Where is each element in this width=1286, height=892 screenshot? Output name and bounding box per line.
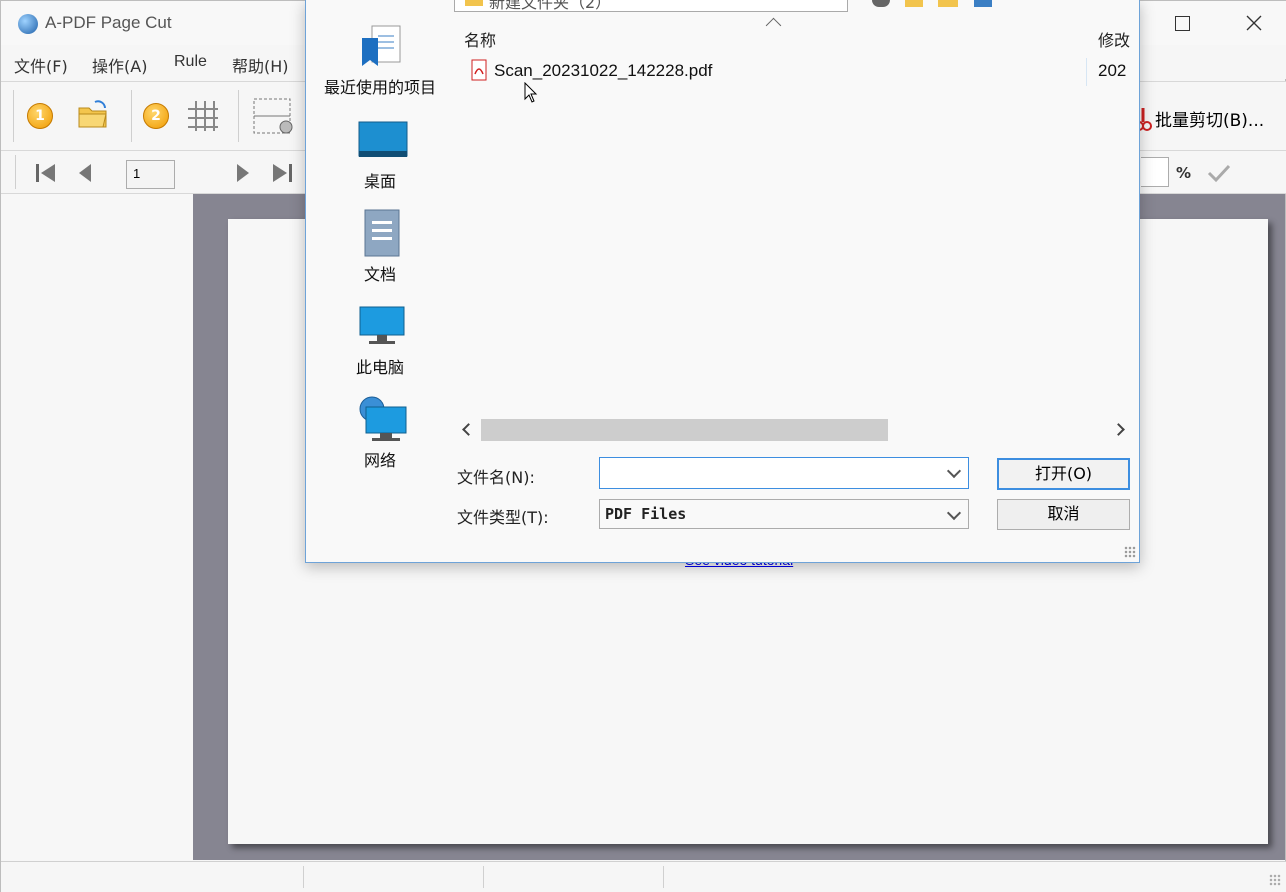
open-folder-icon <box>78 100 107 128</box>
chevron-down-icon[interactable] <box>946 505 962 521</box>
chevron-down-icon[interactable] <box>946 463 962 479</box>
app-globe-icon <box>18 14 38 34</box>
column-name[interactable]: 名称 <box>464 27 496 51</box>
place-documents[interactable]: 文档 <box>306 261 454 285</box>
place-this-pc[interactable]: 此电脑 <box>306 354 454 378</box>
filetype-value: PDF Files <box>605 505 687 523</box>
scroll-right-icon[interactable] <box>1112 423 1125 436</box>
documents-icon <box>364 209 400 257</box>
menu-file[interactable]: 文件(F) <box>14 53 68 77</box>
scroll-thumb[interactable] <box>481 419 888 441</box>
horizontal-scrollbar[interactable] <box>456 418 1132 442</box>
mouse-cursor-icon <box>524 81 538 104</box>
prev-page-icon <box>79 164 91 182</box>
folder-path-label: 新建文件夹（2） <box>489 0 612 12</box>
this-pc-icon <box>359 306 405 346</box>
close-button[interactable] <box>1241 9 1267 37</box>
last-page-icon <box>273 164 292 182</box>
filetype-label: 文件类型(T): <box>457 508 549 527</box>
step-1-icon: 1 <box>27 103 53 129</box>
prev-page-button[interactable] <box>77 163 93 183</box>
filetype-select[interactable]: PDF Files <box>599 499 969 529</box>
menu-help[interactable]: 帮助(H) <box>232 53 289 77</box>
file-row[interactable]: Scan_20231022_142228.pdf 202 <box>462 56 1130 86</box>
column-modified[interactable]: 修改 <box>1098 27 1130 51</box>
next-page-button[interactable] <box>235 163 251 183</box>
first-page-icon <box>36 164 55 182</box>
back-icon[interactable] <box>872 0 890 7</box>
folder-icon <box>465 0 483 6</box>
last-page-button[interactable] <box>271 163 293 183</box>
open-file-dialog: 新建文件夹（2） 最近使用的项目 桌面 文档 此电脑 网络 名称 修改 Scan… <box>305 0 1140 563</box>
page-number-value: 1 <box>133 166 141 181</box>
resize-grip-icon <box>1269 874 1281 886</box>
open-folder-button[interactable] <box>77 100 109 130</box>
cut-settings-button[interactable] <box>252 97 298 137</box>
menu-operation[interactable]: 操作(A) <box>92 53 147 77</box>
menu-rule[interactable]: Rule <box>174 53 207 71</box>
cancel-button[interactable]: 取消 <box>997 499 1130 530</box>
recent-items-icon <box>358 24 406 70</box>
status-bar <box>1 861 1286 892</box>
filename-combobox[interactable] <box>599 457 969 489</box>
filename-label: 文件名(N): <box>457 468 535 487</box>
maximize-button[interactable] <box>1175 16 1190 31</box>
cut-settings-icon <box>253 98 293 134</box>
apply-zoom-button[interactable] <box>1207 163 1231 183</box>
new-folder-icon[interactable] <box>938 0 958 7</box>
place-desktop[interactable]: 桌面 <box>306 168 454 192</box>
place-recent[interactable]: 最近使用的项目 <box>306 74 454 98</box>
first-page-button[interactable] <box>35 163 57 183</box>
up-folder-icon[interactable] <box>905 0 923 7</box>
next-page-icon <box>237 164 249 182</box>
window-title: A-PDF Page Cut <box>45 13 172 32</box>
file-modified: 202 <box>1098 61 1127 80</box>
pdf-file-icon <box>471 59 487 81</box>
step-2-icon: 2 <box>143 103 169 129</box>
place-network[interactable]: 网络 <box>306 447 454 471</box>
check-icon <box>1207 164 1231 183</box>
zoom-unit: % <box>1176 164 1192 182</box>
zoom-input[interactable] <box>1141 157 1169 187</box>
thumbnail-pane <box>1 194 194 860</box>
desktop-icon <box>358 121 408 159</box>
network-icon <box>358 395 408 443</box>
grid-button[interactable] <box>187 100 219 132</box>
dialog-resize-grip-icon <box>1124 546 1136 558</box>
grid-icon <box>188 101 218 131</box>
folder-path-box[interactable]: 新建文件夹（2） <box>454 0 848 12</box>
file-name: Scan_20231022_142228.pdf <box>494 61 713 80</box>
batch-cut-button[interactable]: 批量剪切(B)... <box>1155 106 1264 131</box>
open-button[interactable]: 打开(O) <box>997 458 1130 490</box>
view-menu-icon[interactable] <box>974 0 992 7</box>
sort-arrow-icon <box>765 17 782 34</box>
scroll-left-icon[interactable] <box>462 423 475 436</box>
close-icon <box>1246 15 1262 31</box>
page-number-input[interactable]: 1 <box>126 160 175 189</box>
